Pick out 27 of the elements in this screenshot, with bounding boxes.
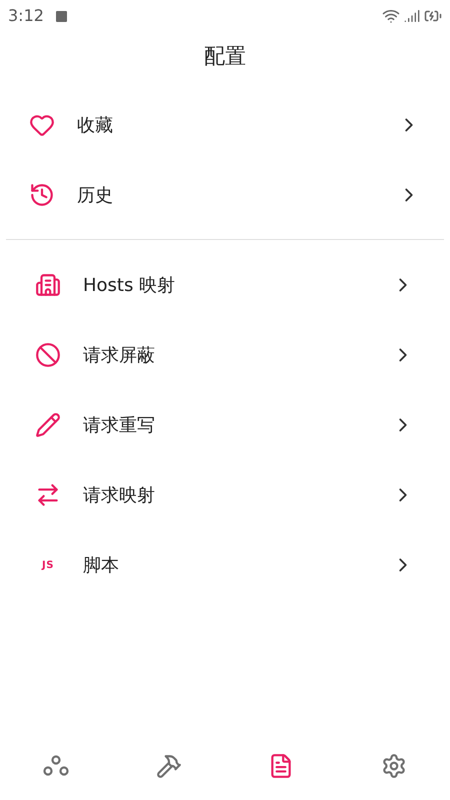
settings-row[interactable]: JS 脚本 bbox=[6, 530, 444, 600]
hammer-icon bbox=[156, 753, 182, 779]
row-label: 请求屏蔽 bbox=[83, 344, 156, 368]
block-icon bbox=[35, 342, 61, 368]
row-label: 脚本 bbox=[83, 554, 120, 578]
signal-icon bbox=[404, 8, 420, 24]
row-label: 请求映射 bbox=[83, 484, 156, 508]
notification-icon bbox=[56, 10, 67, 22]
js-icon: JS bbox=[42, 558, 54, 572]
status-time: 3:12 bbox=[8, 5, 44, 27]
row-label: Hosts 映射 bbox=[83, 274, 176, 298]
settings-row[interactable]: 收藏 bbox=[0, 90, 450, 160]
row-label: 历史 bbox=[77, 184, 114, 208]
row-label: 收藏 bbox=[77, 114, 114, 138]
settings-icon bbox=[380, 753, 407, 779]
wifi-icon bbox=[382, 7, 400, 25]
settings-row[interactable]: 请求重写 bbox=[6, 390, 444, 460]
settings-row[interactable]: 请求屏蔽 bbox=[6, 320, 444, 390]
row-label: 请求重写 bbox=[83, 414, 156, 438]
settings-row[interactable]: Hosts 映射 bbox=[6, 250, 444, 320]
pencil-icon bbox=[35, 412, 61, 438]
settings-row[interactable]: 请求映射 bbox=[6, 460, 444, 530]
history-icon bbox=[29, 182, 55, 208]
page-title: 配置 bbox=[204, 43, 246, 70]
heart-icon bbox=[29, 112, 55, 138]
building-icon bbox=[35, 272, 61, 298]
settings-row[interactable]: 历史 bbox=[0, 160, 450, 230]
